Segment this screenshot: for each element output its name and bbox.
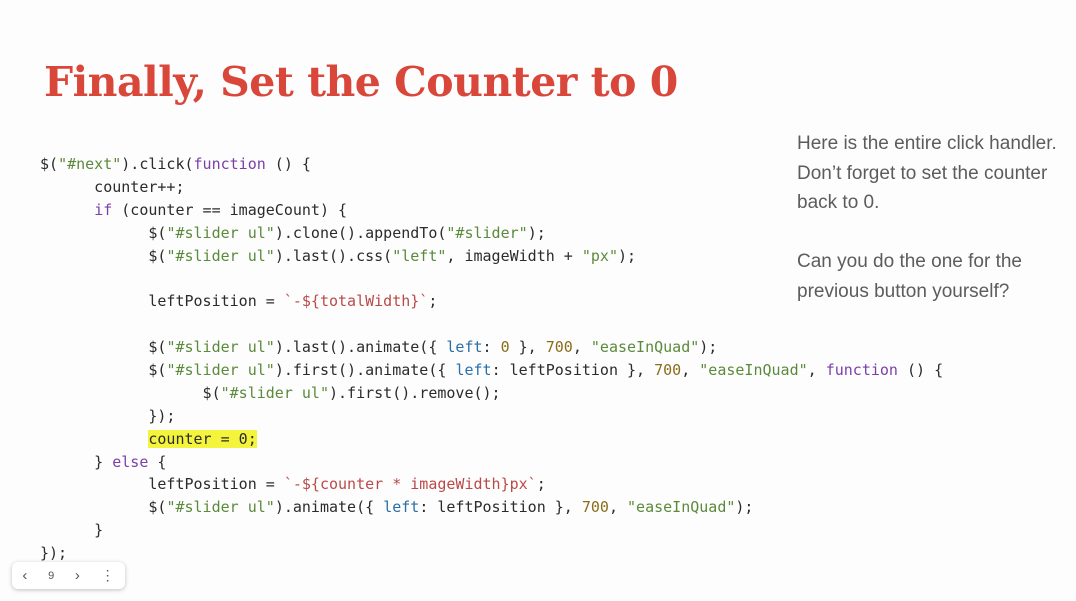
code-token: , bbox=[681, 361, 700, 380]
code-line: $("#slider ul").last().animate({ left: 0… bbox=[40, 336, 943, 359]
code-token: ).first().remove(); bbox=[329, 383, 501, 402]
code-token: } bbox=[40, 452, 113, 471]
slide: Finally, Set the Counter to 0 $("#next")… bbox=[0, 0, 1076, 601]
code-token: $( bbox=[40, 155, 59, 173]
code-line: } else { bbox=[40, 451, 943, 474]
code-line: leftPosition = `-${counter * imageWidth}… bbox=[40, 473, 943, 496]
code-line: counter = 0; bbox=[40, 428, 943, 451]
code-token: }); bbox=[40, 406, 176, 425]
code-token: ).animate({ bbox=[274, 498, 384, 517]
code-token: leftPosition = bbox=[40, 475, 284, 494]
code-token: "px" bbox=[581, 246, 618, 265]
code-token: ).clone().appendTo( bbox=[274, 223, 447, 242]
code-token: ; bbox=[428, 292, 438, 311]
code-token: $( bbox=[40, 383, 221, 402]
code-token: : bbox=[482, 338, 501, 357]
more-vertical-icon[interactable]: ⋮ bbox=[97, 567, 119, 584]
highlighted-code: counter = 0; bbox=[148, 429, 257, 448]
code-token: }, bbox=[509, 338, 546, 357]
code-token: function bbox=[825, 361, 898, 380]
code-token: , bbox=[608, 498, 628, 517]
code-token: $( bbox=[40, 338, 167, 357]
code-line: $("#slider ul").first().animate({ left: … bbox=[40, 359, 943, 382]
code-token: 700 bbox=[545, 338, 573, 357]
code-token: function bbox=[193, 155, 266, 173]
code-token: ).click( bbox=[121, 155, 194, 173]
code-token: leftPosition = bbox=[40, 292, 284, 311]
code-token: ).last().animate({ bbox=[274, 338, 447, 357]
code-token: "#next" bbox=[58, 155, 122, 173]
code-token: 700 bbox=[581, 498, 609, 517]
code-line: }); bbox=[40, 542, 943, 565]
code-token: ); bbox=[699, 338, 718, 357]
code-token: "easeInQuad" bbox=[699, 361, 808, 380]
code-token: }); bbox=[40, 544, 68, 563]
code-token: $( bbox=[40, 498, 167, 517]
code-line: } bbox=[40, 519, 943, 542]
code-token: `-${totalWidth}` bbox=[283, 292, 429, 311]
code-token: , imageWidth + bbox=[446, 246, 582, 265]
code-token: () { bbox=[265, 155, 311, 173]
code-token: "easeInQuad" bbox=[627, 498, 736, 517]
chevron-right-icon[interactable]: › bbox=[71, 567, 84, 584]
code-token: "left" bbox=[392, 246, 447, 265]
code-token: `-${counter * imageWidth}px` bbox=[283, 475, 537, 494]
code-token: $( bbox=[40, 361, 167, 380]
code-token: : leftPosition }, bbox=[491, 361, 655, 380]
side-note-paragraph: Here is the entire click handler. Don’t … bbox=[797, 133, 1057, 213]
code-token: 700 bbox=[654, 361, 682, 380]
code-token: ).first().animate({ bbox=[274, 361, 456, 380]
code-token: 0 bbox=[500, 338, 510, 357]
code-token: counter++; bbox=[40, 177, 185, 196]
slide-navigation: ‹ 9 › ⋮ bbox=[12, 562, 125, 589]
code-token: () { bbox=[897, 361, 944, 380]
code-token: "#slider ul" bbox=[166, 498, 275, 517]
code-token: "#slider ul" bbox=[166, 246, 275, 265]
side-note-paragraph: Can you do the one for the previous butt… bbox=[797, 251, 1022, 302]
code-token: "#slider ul" bbox=[166, 223, 275, 242]
code-token: left bbox=[383, 498, 420, 517]
code-token: ).last().css( bbox=[274, 246, 393, 265]
code-token: "#slider ul" bbox=[220, 383, 329, 402]
code-token: ); bbox=[527, 223, 546, 242]
page-number: 9 bbox=[48, 569, 55, 582]
code-token: ); bbox=[735, 498, 754, 517]
code-token: : leftPosition }, bbox=[419, 498, 582, 517]
code-line: $("#slider ul").animate({ left: leftPosi… bbox=[40, 496, 943, 519]
code-token: left bbox=[446, 338, 483, 357]
code-token: if bbox=[94, 200, 113, 219]
side-note: Here is the entire click handler. Don’t … bbox=[797, 129, 1067, 336]
code-token: "#slider ul" bbox=[166, 361, 275, 380]
code-token: { bbox=[148, 452, 167, 471]
code-line: }); bbox=[40, 405, 943, 428]
code-token: left bbox=[455, 361, 492, 380]
code-token: , bbox=[807, 361, 826, 380]
slide-title: Finally, Set the Counter to 0 bbox=[44, 58, 678, 106]
code-token: ; bbox=[536, 475, 546, 494]
code-token: } bbox=[40, 521, 104, 540]
code-line: $("#slider ul").first().remove(); bbox=[40, 382, 943, 405]
code-token: "easeInQuad" bbox=[590, 338, 700, 357]
code-token: ); bbox=[618, 246, 637, 265]
code-token: else bbox=[112, 452, 149, 471]
chevron-left-icon[interactable]: ‹ bbox=[18, 567, 31, 584]
code-token: "#slider ul" bbox=[166, 338, 275, 357]
code-token: "#slider" bbox=[446, 223, 528, 242]
code-token: (counter == imageCount) { bbox=[112, 200, 348, 219]
code-token: , bbox=[572, 338, 591, 357]
code-token: $( bbox=[40, 246, 167, 265]
code-token: $( bbox=[40, 223, 167, 242]
